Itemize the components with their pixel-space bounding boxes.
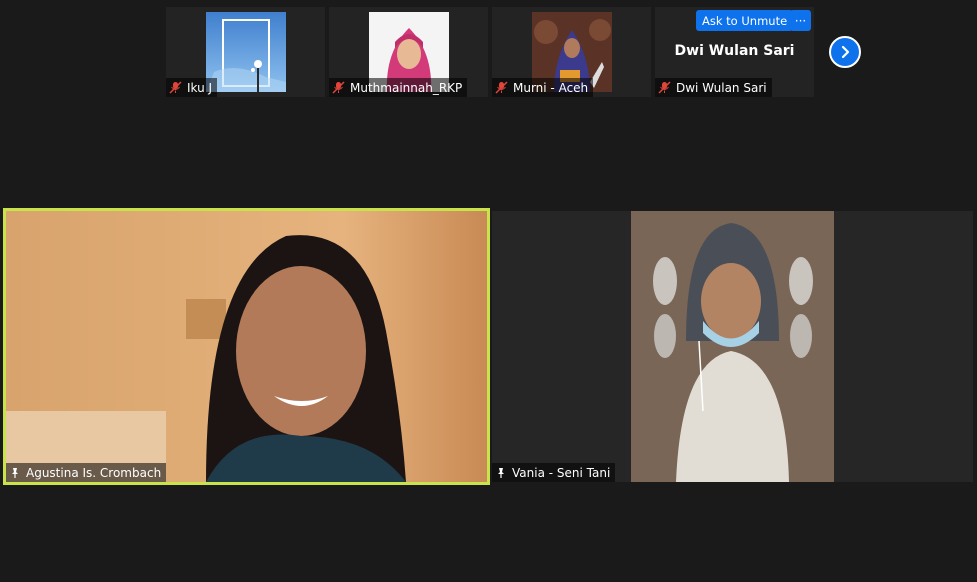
participant-name-tag: Muthmainnah_RKP [329,78,468,97]
participant-name-tag: Murni - Aceh [492,78,594,97]
mic-muted-icon [332,81,345,94]
active-speaker-tile[interactable]: Agustina Is. Crombach [6,211,487,482]
participant-name: Dwi Wulan Sari [676,80,767,95]
mic-muted-icon [169,81,182,94]
chevron-right-icon [841,45,850,59]
participant-name-tag: Vania - Seni Tani [492,463,616,482]
participant-display-name: Dwi Wulan Sari [674,43,795,59]
mic-muted-icon [495,81,508,94]
mic-muted-icon [658,81,671,94]
next-page-button[interactable] [829,36,861,68]
participant-name-tag: Dwi Wulan Sari [655,78,772,97]
participant-name: Vania - Seni Tani [512,465,611,480]
participant-name-tag: Iku J [166,78,218,97]
participant-name-tag: Agustina Is. Crombach [6,463,167,482]
pin-icon [9,467,21,479]
more-options-button[interactable]: ··· [790,10,811,31]
participant-tile-murni[interactable]: Murni - Aceh [492,7,651,97]
ask-to-unmute-button[interactable]: Ask to Unmute [696,10,794,31]
participant-name: Murni - Aceh [513,80,589,95]
participant-name: Muthmainnah_RKP [350,80,463,95]
participant-avatar [206,12,286,92]
pin-icon [495,467,507,479]
participant-video [631,211,834,482]
participant-tile-dwi-wulan-sari[interactable]: Ask to Unmute ··· Dwi Wulan Sari Dwi Wul… [655,7,814,97]
participant-name: Agustina Is. Crombach [26,465,162,480]
participant-video-tile[interactable]: Vania - Seni Tani [492,211,973,482]
participant-name: Iku J [187,80,213,95]
participant-tile-muthmainnah[interactable]: Muthmainnah_RKP [329,7,488,97]
speaker-video [6,211,487,482]
participant-tile-iku-j[interactable]: Iku J [166,7,325,97]
